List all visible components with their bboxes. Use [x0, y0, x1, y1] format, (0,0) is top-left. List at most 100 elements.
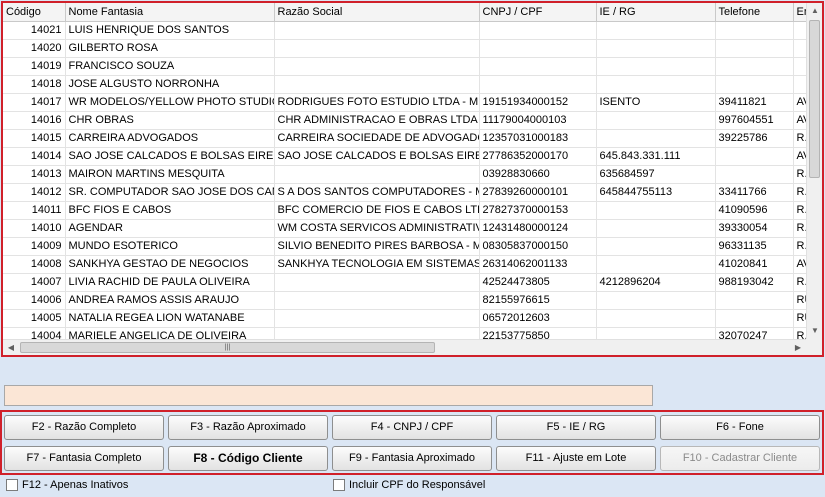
table-cell[interactable]: 14018 — [3, 75, 66, 94]
table-cell[interactable]: 14012 — [3, 183, 66, 202]
table-cell[interactable]: RU — [793, 291, 806, 310]
table-cell[interactable]: AGENDAR — [65, 219, 275, 238]
table-cell[interactable] — [596, 291, 716, 310]
table-cell[interactable]: 19151934000152 — [479, 93, 597, 112]
table-cell[interactable]: RODRIGUES FOTO ESTUDIO LTDA - ME — [274, 93, 480, 112]
table-cell[interactable]: R. — [793, 219, 806, 238]
table-cell[interactable]: 14020 — [3, 39, 66, 58]
table-cell[interactable]: RU — [793, 309, 806, 328]
table-cell[interactable]: R. — [793, 237, 806, 256]
table-cell[interactable] — [793, 57, 806, 76]
table-row[interactable]: 14019 FRANCISCO SOUZA — [3, 57, 806, 76]
scroll-left-arrow-icon[interactable]: ◀ — [3, 340, 19, 355]
table-cell[interactable] — [715, 147, 794, 166]
table-cell[interactable]: R. — [793, 129, 806, 148]
table-cell[interactable] — [596, 237, 716, 256]
table-row[interactable]: 14013 MAIRON MARTINS MESQUITA 03928830660 6… — [3, 165, 806, 184]
table-cell[interactable]: JOSE ALGUSTO NORRONHA — [65, 75, 275, 94]
column-header-nome-fantasia[interactable]: Nome Fantasia — [65, 3, 275, 22]
table-cell[interactable]: 39225786 — [715, 129, 794, 148]
table-cell[interactable] — [596, 201, 716, 220]
table-cell[interactable]: NATALIA REGEA LION WATANABE — [65, 309, 275, 328]
table-cell[interactable] — [274, 273, 480, 292]
table-cell[interactable]: 12431480000124 — [479, 219, 597, 238]
table-cell[interactable]: 645844755113 — [596, 183, 716, 202]
table-cell[interactable]: 14019 — [3, 57, 66, 76]
table-cell[interactable]: AV — [793, 111, 806, 130]
table-cell[interactable]: SR. COMPUTADOR SAO JOSE DOS CAMPC — [65, 183, 275, 202]
table-cell[interactable]: 14007 — [3, 273, 66, 292]
table-cell[interactable]: SAO JOSE CALCADOS E BOLSAS EIRELI - — [274, 147, 480, 166]
table-cell[interactable]: 08305837000150 — [479, 237, 597, 256]
column-header-telefone[interactable]: Telefone — [715, 3, 794, 22]
table-cell[interactable]: 42524473805 — [479, 273, 597, 292]
table-cell[interactable]: 14006 — [3, 291, 66, 310]
table-cell[interactable] — [274, 21, 480, 40]
table-cell[interactable]: 14021 — [3, 21, 66, 40]
column-header-endereco[interactable]: En — [793, 3, 806, 22]
table-cell[interactable] — [596, 309, 716, 328]
table-cell[interactable]: 14010 — [3, 219, 66, 238]
table-cell[interactable]: 14009 — [3, 237, 66, 256]
table-cell[interactable] — [596, 327, 716, 339]
table-cell[interactable]: 39411821 — [715, 93, 794, 112]
cadastrar-cliente-button[interactable]: F10 - Cadastrar Cliente — [660, 446, 820, 471]
table-cell[interactable] — [596, 39, 716, 58]
table-cell[interactable]: 14008 — [3, 255, 66, 274]
table-cell[interactable]: FRANCISCO SOUZA — [65, 57, 275, 76]
table-cell[interactable]: SILVIO BENEDITO PIRES BARBOSA - ME — [274, 237, 480, 256]
horizontal-scrollbar[interactable]: ◀ ||| ▶ — [3, 339, 806, 355]
vertical-scrollbar[interactable]: ▲ ▼ — [806, 3, 822, 339]
table-cell[interactable]: 32070247 — [715, 327, 794, 339]
table-cell[interactable]: 22153775850 — [479, 327, 597, 339]
table-cell[interactable]: 03928830660 — [479, 165, 597, 184]
table-cell[interactable] — [715, 75, 794, 94]
column-header-razao-social[interactable]: Razão Social — [274, 3, 480, 22]
ajuste-em-lote-button[interactable]: F11 - Ajuste em Lote — [496, 446, 656, 471]
table-row[interactable]: 14011 BFC FIOS E CABOS BFC COMERCIO DE FIO… — [3, 201, 806, 220]
table-row[interactable]: 14009 MUNDO ESOTERICO SILVIO BENEDITO PIRE… — [3, 237, 806, 256]
table-row[interactable]: 14014SAO JOSE CALCADOS E BOLSAS EIRELI -… — [3, 147, 806, 166]
table-row[interactable]: 14010 AGENDAR WM COSTA SERVICOS ADMINISTRA… — [3, 219, 806, 238]
table-cell[interactable] — [479, 57, 597, 76]
table-cell[interactable] — [793, 21, 806, 40]
table-cell[interactable]: BFC FIOS E CABOS — [65, 201, 275, 220]
table-cell[interactable]: 14005 — [3, 309, 66, 328]
table-row[interactable]: 14020 GILBERTO ROSA — [3, 39, 806, 58]
table-cell[interactable]: BFC COMERCIO DE FIOS E CABOS LTDA - — [274, 201, 480, 220]
cpf-responsavel-checkbox[interactable]: Incluir CPF do Responsável — [333, 478, 485, 492]
table-cell[interactable] — [274, 75, 480, 94]
table-row[interactable]: 14021 LUIS HENRIQUE DOS SANTOS — [3, 21, 806, 40]
table-cell[interactable]: R. — [793, 327, 806, 339]
table-cell[interactable]: 82155976615 — [479, 291, 597, 310]
table-cell[interactable]: CHR OBRAS — [65, 111, 275, 130]
table-cell[interactable]: MAIRON MARTINS MESQUITA — [65, 165, 275, 184]
table-cell[interactable]: 4212896204 — [596, 273, 716, 292]
table-cell[interactable]: 988193042 — [715, 273, 794, 292]
table-cell[interactable] — [793, 39, 806, 58]
table-cell[interactable]: AV — [793, 93, 806, 112]
fantasia-completo-button[interactable]: F7 - Fantasia Completo — [4, 446, 164, 471]
table-cell[interactable]: AV — [793, 147, 806, 166]
table-cell[interactable]: MARIELE ANGELICA DE OLIVEIRA — [65, 327, 275, 339]
fone-button[interactable]: F6 - Fone — [660, 415, 820, 440]
table-cell[interactable] — [715, 57, 794, 76]
table-cell[interactable]: 33411766 — [715, 183, 794, 202]
table-row[interactable]: 14016 CHR OBRAS CHR ADMINISTRACAO E OBRAS … — [3, 111, 806, 130]
table-cell[interactable] — [715, 165, 794, 184]
table-cell[interactable]: 41090596 — [715, 201, 794, 220]
table-cell[interactable]: SAO JOSE CALCADOS E BOLSAS EIRELI - E — [65, 147, 275, 166]
table-cell[interactable]: 11179004000103 — [479, 111, 597, 130]
table-cell[interactable]: 14016 — [3, 111, 66, 130]
razao-aproximado-button[interactable]: F3 - Razão Aproximado — [168, 415, 328, 440]
table-cell[interactable]: SANKHYA GESTAO DE NEGOCIOS — [65, 255, 275, 274]
table-cell[interactable]: 14017 — [3, 93, 66, 112]
table-cell[interactable]: 12357031000183 — [479, 129, 597, 148]
table-cell[interactable] — [596, 129, 716, 148]
table-row[interactable]: 14012 SR. COMPUTADOR SAO JOSE DOS CAMPC S … — [3, 183, 806, 202]
table-cell[interactable] — [596, 75, 716, 94]
table-cell[interactable] — [274, 39, 480, 58]
razao-completo-button[interactable]: F2 - Razão Completo — [4, 415, 164, 440]
table-row[interactable]: 14004 MARIELE ANGELICA DE OLIVEIRA 2215377… — [3, 327, 806, 339]
table-cell[interactable]: 14011 — [3, 201, 66, 220]
